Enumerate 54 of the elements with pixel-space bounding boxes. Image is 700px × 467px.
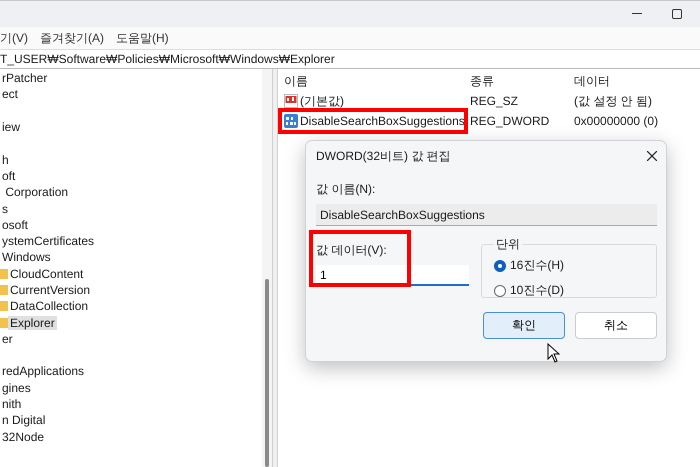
dialog-button[interactable]: 취소 bbox=[575, 312, 657, 339]
string-value-icon bbox=[284, 94, 298, 108]
value-name[interactable]: (기본값) bbox=[300, 92, 344, 110]
tree-item[interactable]: iew bbox=[0, 120, 22, 134]
dialog-button[interactable]: 확인 bbox=[483, 312, 565, 339]
folder-icon bbox=[0, 316, 8, 329]
tree-item[interactable]: Explorer bbox=[8, 316, 57, 330]
tree-item[interactable]: s bbox=[0, 202, 10, 216]
tree-item[interactable]: Windows bbox=[0, 250, 53, 264]
value-name[interactable]: DisableSearchBoxSuggestions bbox=[300, 114, 465, 128]
value-type: REG_DWORD bbox=[470, 114, 550, 128]
dialog-title: DWORD(32비트) 값 편집 bbox=[316, 148, 451, 164]
column-header[interactable]: 데이터 bbox=[574, 72, 700, 90]
scrollbar[interactable] bbox=[262, 69, 272, 467]
tree-item[interactable]: rPatcher bbox=[0, 71, 50, 86]
value-data: 0x00000000 (0) bbox=[574, 114, 660, 128]
radio-icon[interactable] bbox=[494, 284, 506, 296]
tree-item[interactable]: ect bbox=[0, 87, 20, 102]
tree-item[interactable]: nith bbox=[0, 397, 24, 412]
folder-icon bbox=[0, 300, 8, 312]
tree-item[interactable]: DataCollection bbox=[8, 299, 90, 314]
menu-item[interactable]: 도움말(H) bbox=[116, 30, 169, 46]
tree-item[interactable]: ystemCertificates bbox=[0, 234, 96, 248]
tree-item[interactable]: redApplications bbox=[0, 364, 86, 378]
tree-item[interactable]: Corporation bbox=[0, 185, 70, 200]
address-bar[interactable]: T_USER₩Software₩Policies₩Microsoft₩Windows₩Explorer bbox=[0, 49, 700, 69]
tree-item[interactable]: 32Node bbox=[0, 430, 46, 444]
menu-item[interactable]: 기(V) bbox=[0, 30, 28, 46]
tree-item[interactable]: h bbox=[0, 152, 11, 167]
tree-item[interactable]: osoft bbox=[0, 218, 30, 232]
tree-item[interactable]: oft bbox=[0, 168, 18, 183]
value-data: (값 설정 안 됨) bbox=[574, 92, 653, 110]
folder-icon bbox=[0, 268, 8, 280]
tree-item[interactable]: er bbox=[0, 332, 15, 346]
folder-icon bbox=[0, 284, 8, 296]
close-icon[interactable] bbox=[647, 151, 657, 161]
radio-option[interactable]: 10진수(D) bbox=[494, 282, 644, 299]
column-header[interactable]: 종류 bbox=[470, 72, 574, 90]
group-title: 단위 bbox=[495, 236, 521, 253]
tree-item[interactable]: CurrentVersion bbox=[8, 283, 92, 297]
field-label: 값 이름(N): bbox=[316, 181, 376, 198]
field-label: 값 데이터(V): bbox=[316, 242, 388, 259]
radio-icon[interactable] bbox=[494, 260, 506, 272]
radio-option[interactable]: 16진수(H) bbox=[494, 257, 644, 274]
binary-value-icon bbox=[284, 114, 298, 128]
column-header[interactable]: 이름 bbox=[284, 72, 470, 90]
name-field: DisableSearchBoxSuggestions bbox=[316, 204, 657, 226]
minimize-icon[interactable] bbox=[632, 13, 642, 15]
menu-item[interactable]: 즐겨찾기(A) bbox=[40, 30, 104, 46]
maximize-icon[interactable] bbox=[672, 9, 682, 19]
tree-item[interactable]: gines bbox=[0, 380, 33, 395]
tree-item[interactable]: n Digital bbox=[0, 413, 48, 428]
value-type: REG_SZ bbox=[470, 94, 520, 108]
tree-item[interactable]: CloudContent bbox=[8, 266, 86, 281]
